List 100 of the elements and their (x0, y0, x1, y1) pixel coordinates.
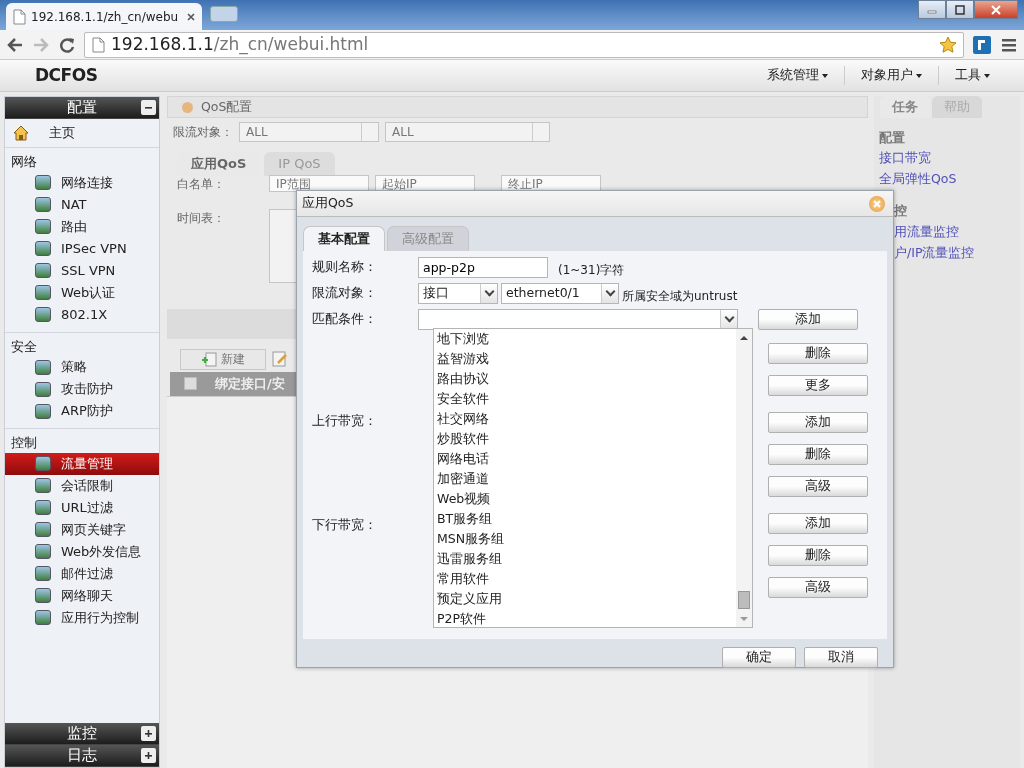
dropdown-option[interactable]: BT服务组 (434, 508, 736, 529)
tile-icon (35, 359, 51, 375)
dialog-title: 应用QoS (302, 194, 354, 213)
close-icon[interactable] (186, 11, 196, 22)
scroll-down-icon[interactable] (739, 614, 749, 623)
checkbox[interactable] (184, 377, 197, 390)
scroll-up-icon[interactable] (739, 333, 749, 342)
sidebar-section-header[interactable]: 日志 (5, 745, 159, 767)
back-icon[interactable] (6, 35, 24, 54)
minimize-button[interactable] (918, 0, 946, 19)
edit-icon[interactable] (272, 351, 288, 367)
select-field[interactable]: IP范围 (269, 175, 369, 192)
task-link[interactable]: 用流量监控 (894, 220, 1020, 242)
dropdown-option[interactable]: P2P软件 (434, 608, 736, 629)
sidebar-item[interactable]: 会话限制 (5, 474, 159, 497)
tile-icon (35, 285, 51, 300)
dropdown-option[interactable]: 益智游戏 (434, 348, 736, 369)
sidebar-item[interactable]: NAT (5, 193, 159, 216)
reload-icon[interactable] (58, 35, 76, 54)
dropdown-option[interactable]: 网络电话 (434, 448, 736, 469)
sidebar-item[interactable]: 主页 (5, 119, 159, 147)
extension-icon[interactable] (972, 34, 992, 55)
button[interactable]: 删除 (768, 544, 868, 566)
task-link[interactable]: 全局弹性QoS (879, 168, 1020, 189)
dropdown-option[interactable]: 加密通道 (434, 468, 736, 489)
button[interactable]: 删除 (768, 443, 868, 465)
tab[interactable]: 基本配置 (303, 226, 385, 251)
dropdown-option[interactable]: 炒股软件 (434, 428, 736, 449)
new-button[interactable]: 新建 (180, 348, 266, 370)
button[interactable]: 更多 (768, 374, 868, 396)
button[interactable]: 取消 (804, 646, 878, 668)
header-menu[interactable]: 工具 (938, 66, 1024, 85)
maximize-button[interactable] (946, 0, 974, 19)
forward-icon[interactable] (32, 35, 50, 54)
dropdown-option[interactable]: Web视频 (434, 488, 736, 509)
button[interactable]: 高级 (768, 475, 868, 497)
sidebar-item[interactable]: Web外发信息 (5, 540, 159, 563)
sidebar-item[interactable]: 网络聊天 (5, 584, 159, 607)
sidebar-item[interactable]: 802.1X (5, 303, 159, 326)
close-button[interactable] (869, 195, 885, 212)
field-label: 匹配条件： (311, 310, 378, 329)
sidebar-section-header[interactable]: 监控 (5, 723, 159, 745)
dropdown-option[interactable]: 常用软件 (434, 568, 736, 589)
dropdown-option[interactable]: 社交网络 (434, 408, 736, 429)
sidebar-section-header[interactable]: 配置 (5, 97, 159, 119)
sidebar-item[interactable]: 邮件过滤 (5, 562, 159, 585)
page-icon (91, 36, 105, 53)
hint-text: (1~31)字符 (558, 261, 625, 279)
select-field[interactable]: ALL (239, 122, 379, 142)
sidebar-item[interactable]: ARP防护 (5, 400, 159, 422)
task-link[interactable]: 接口带宽 (879, 147, 1020, 168)
select-field[interactable]: ethernet0/1 (501, 283, 619, 304)
dropdown-option[interactable]: MSN服务组 (434, 528, 736, 549)
section-title: 控 (894, 202, 908, 220)
browser-tab[interactable]: 192.168.1.1/zh_cn/webu (6, 3, 202, 30)
sidebar-item[interactable]: 策略 (5, 356, 159, 378)
close-icon (871, 197, 883, 210)
close-icon (991, 4, 1001, 15)
task-link[interactable]: 户/IP流量监控 (894, 241, 1020, 263)
button[interactable]: 删除 (768, 342, 868, 364)
scrollbar[interactable] (736, 328, 752, 627)
header-menu[interactable]: 系统管理 (751, 66, 844, 85)
close-button[interactable] (974, 0, 1018, 19)
tile-icon (35, 381, 51, 397)
column-header: 绑定接口/安 (215, 374, 285, 393)
tile-icon (35, 175, 51, 190)
sidebar-item[interactable]: 应用行为控制 (5, 606, 159, 629)
button[interactable]: 确定 (722, 646, 796, 668)
dropdown-option[interactable]: 迅雷服务组 (434, 548, 736, 569)
sidebar-item[interactable]: URL过滤 (5, 496, 159, 519)
dropdown-option[interactable]: 安全软件 (434, 388, 736, 409)
new-tab-button[interactable] (210, 6, 238, 22)
logo: DCFOS (35, 63, 98, 87)
select-field[interactable]: 接口 (418, 283, 498, 304)
sidebar-item[interactable]: 攻击防护 (5, 378, 159, 400)
sidebar-item[interactable]: 流量管理 (5, 452, 159, 475)
dropdown-option[interactable]: 路由协议 (434, 368, 736, 389)
tile-icon (35, 456, 51, 471)
sidebar-item[interactable]: 路由 (5, 215, 159, 238)
address-bar[interactable]: 192.168.1.1/zh_cn/webui.html (84, 31, 964, 58)
sidebar-item[interactable]: 网页关键字 (5, 518, 159, 541)
scroll-thumb[interactable] (738, 590, 750, 609)
sidebar-item[interactable]: Web认证 (5, 281, 159, 304)
group-title: 安全 (10, 337, 38, 356)
select-field[interactable]: ALL (385, 122, 550, 142)
sidebar-item[interactable]: 网络连接 (5, 171, 159, 194)
text-field[interactable]: app-p2p (418, 257, 548, 278)
dropdown-option[interactable]: 地下浏览 (434, 328, 736, 349)
button[interactable]: 添加 (758, 309, 858, 330)
dropdown-option[interactable]: 预定义应用 (434, 588, 736, 609)
star-icon[interactable] (939, 35, 957, 54)
sidebar-item[interactable]: IPSec VPN (5, 237, 159, 260)
sidebar-item[interactable]: SSL VPN (5, 259, 159, 282)
note-text: 所属安全域为untrust (622, 287, 738, 305)
button[interactable]: 添加 (768, 411, 868, 433)
select-field[interactable] (418, 309, 738, 330)
button[interactable]: 高级 (768, 576, 868, 598)
header-menu[interactable]: 对象用户 (844, 66, 938, 85)
button[interactable]: 添加 (768, 512, 868, 534)
add-icon (201, 351, 217, 367)
